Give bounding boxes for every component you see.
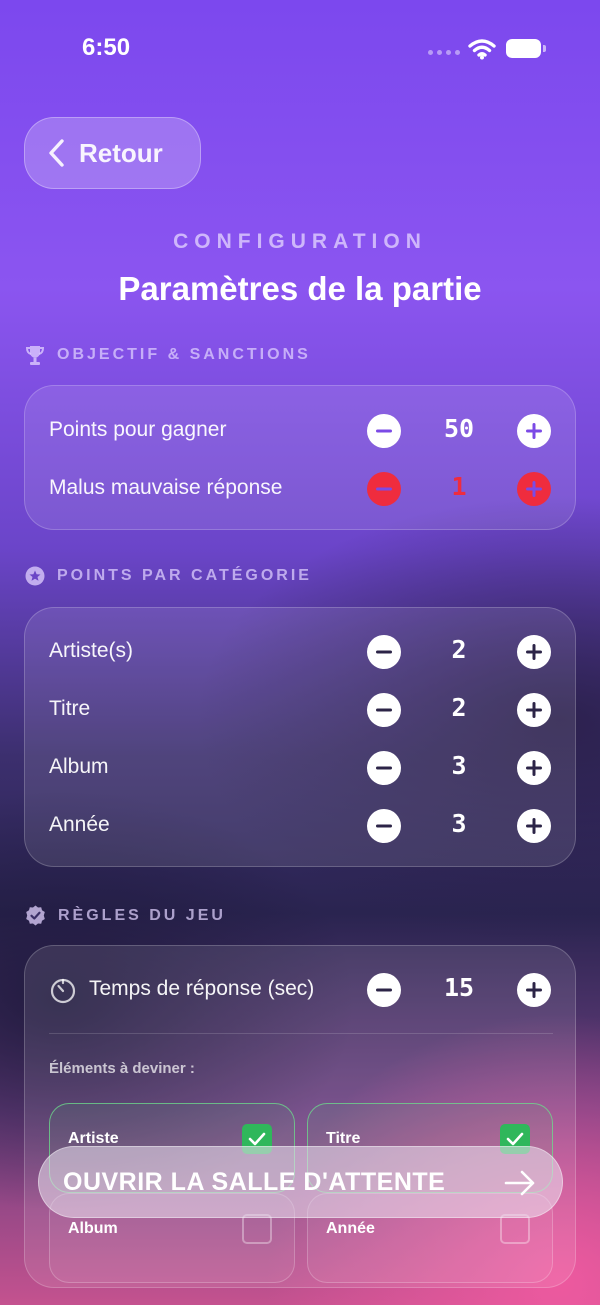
decrement-button[interactable] <box>367 751 401 785</box>
increment-button[interactable] <box>517 751 551 785</box>
section-heading-objective: OBJECTIF & SANCTIONS <box>25 344 311 366</box>
plus-icon <box>526 481 542 497</box>
decrement-button[interactable] <box>367 414 401 448</box>
section-heading-label: POINTS PAR CATÉGORIE <box>57 567 312 584</box>
wifi-icon <box>468 39 496 60</box>
section-heading-label: RÈGLES DU JEU <box>58 906 226 924</box>
status-time: 6:50 <box>82 34 131 61</box>
increment-button[interactable] <box>517 809 551 843</box>
setting-row-year: Année 3 <box>25 806 577 846</box>
increment-button[interactable] <box>517 414 551 448</box>
setting-label: Temps de réponse (sec) <box>89 977 315 1000</box>
check-badge-icon <box>26 905 45 926</box>
guess-elements-label: Éléments à deviner : <box>49 1060 195 1077</box>
minus-icon <box>376 429 392 433</box>
back-button-label: Retour <box>79 137 163 168</box>
section-heading-rules: RÈGLES DU JEU <box>25 905 226 926</box>
plus-icon <box>526 760 542 776</box>
section-heading-label: OBJECTIF & SANCTIONS <box>57 346 311 363</box>
setting-value: 1 <box>451 472 467 501</box>
increment-button[interactable] <box>517 973 551 1007</box>
arrow-right-icon <box>504 1170 535 1196</box>
setting-label: Points pour gagner <box>49 418 227 441</box>
guess-option-label: Année <box>326 1220 375 1237</box>
setting-value: 3 <box>451 809 467 838</box>
setting-row-wrong-answer-penalty: Malus mauvaise réponse 1 <box>25 469 577 509</box>
star-badge-icon <box>25 566 45 586</box>
chevron-left-icon <box>49 139 64 167</box>
setting-row-artist: Artiste(s) 2 <box>25 632 577 672</box>
timer-icon <box>50 978 76 1004</box>
setting-value: 15 <box>443 973 475 1002</box>
setting-label: Année <box>49 813 110 836</box>
setting-label: Titre <box>49 697 91 720</box>
checkmark-icon <box>506 1132 524 1146</box>
section-heading-categories: POINTS PAR CATÉGORIE <box>25 566 312 586</box>
minus-icon <box>376 766 392 770</box>
checkmark-icon <box>248 1132 266 1146</box>
decrement-button[interactable] <box>367 635 401 669</box>
setting-label: Malus mauvaise réponse <box>49 476 283 499</box>
increment-button[interactable] <box>517 472 551 506</box>
setting-row-title: Titre 2 <box>25 690 577 730</box>
plus-icon <box>526 644 542 660</box>
setting-row-points-to-win: Points pour gagner 50 <box>25 411 577 451</box>
page-title: Paramètres de la partie <box>118 270 482 307</box>
plus-icon <box>526 818 542 834</box>
plus-icon <box>526 982 542 998</box>
setting-label: Album <box>49 755 109 778</box>
increment-button[interactable] <box>517 693 551 727</box>
decrement-button[interactable] <box>367 809 401 843</box>
minus-icon <box>376 650 392 654</box>
trophy-icon <box>25 346 45 365</box>
setting-value: 50 <box>443 414 475 443</box>
minus-icon <box>376 824 392 828</box>
page-overline: CONFIGURATION <box>173 230 427 253</box>
setting-row-response-time: Temps de réponse (sec) 15 <box>25 970 577 1010</box>
card-categories: Artiste(s) 2 Titre 2 Album 3 Année 3 <box>24 607 576 867</box>
increment-button[interactable] <box>517 635 551 669</box>
divider <box>49 1033 553 1034</box>
decrement-button[interactable] <box>367 973 401 1007</box>
minus-icon <box>376 487 392 491</box>
guess-option-label: Album <box>68 1220 118 1237</box>
plus-icon <box>526 423 542 439</box>
minus-icon <box>376 708 392 712</box>
plus-icon <box>526 702 542 718</box>
cta-label: OUVRIR LA SALLE D'ATTENTE <box>63 1167 446 1196</box>
card-objective: Points pour gagner 50 Malus mauvaise rép… <box>24 385 576 530</box>
minus-icon <box>376 988 392 992</box>
setting-value: 2 <box>451 635 467 664</box>
checkbox-unchecked[interactable] <box>500 1214 530 1244</box>
checkbox-unchecked[interactable] <box>242 1214 272 1244</box>
signal-icon <box>428 50 460 55</box>
setting-label: Artiste(s) <box>49 639 133 662</box>
setting-value: 3 <box>451 751 467 780</box>
setting-value: 2 <box>451 693 467 722</box>
card-rules: Temps de réponse (sec) 15 Éléments à dev… <box>24 945 576 1288</box>
open-waiting-room-button[interactable]: OUVRIR LA SALLE D'ATTENTE <box>38 1146 563 1218</box>
decrement-button[interactable] <box>367 693 401 727</box>
back-button[interactable]: Retour <box>24 117 201 189</box>
battery-icon <box>506 39 546 59</box>
setting-row-album: Album 3 <box>25 748 577 788</box>
decrement-button[interactable] <box>367 472 401 506</box>
